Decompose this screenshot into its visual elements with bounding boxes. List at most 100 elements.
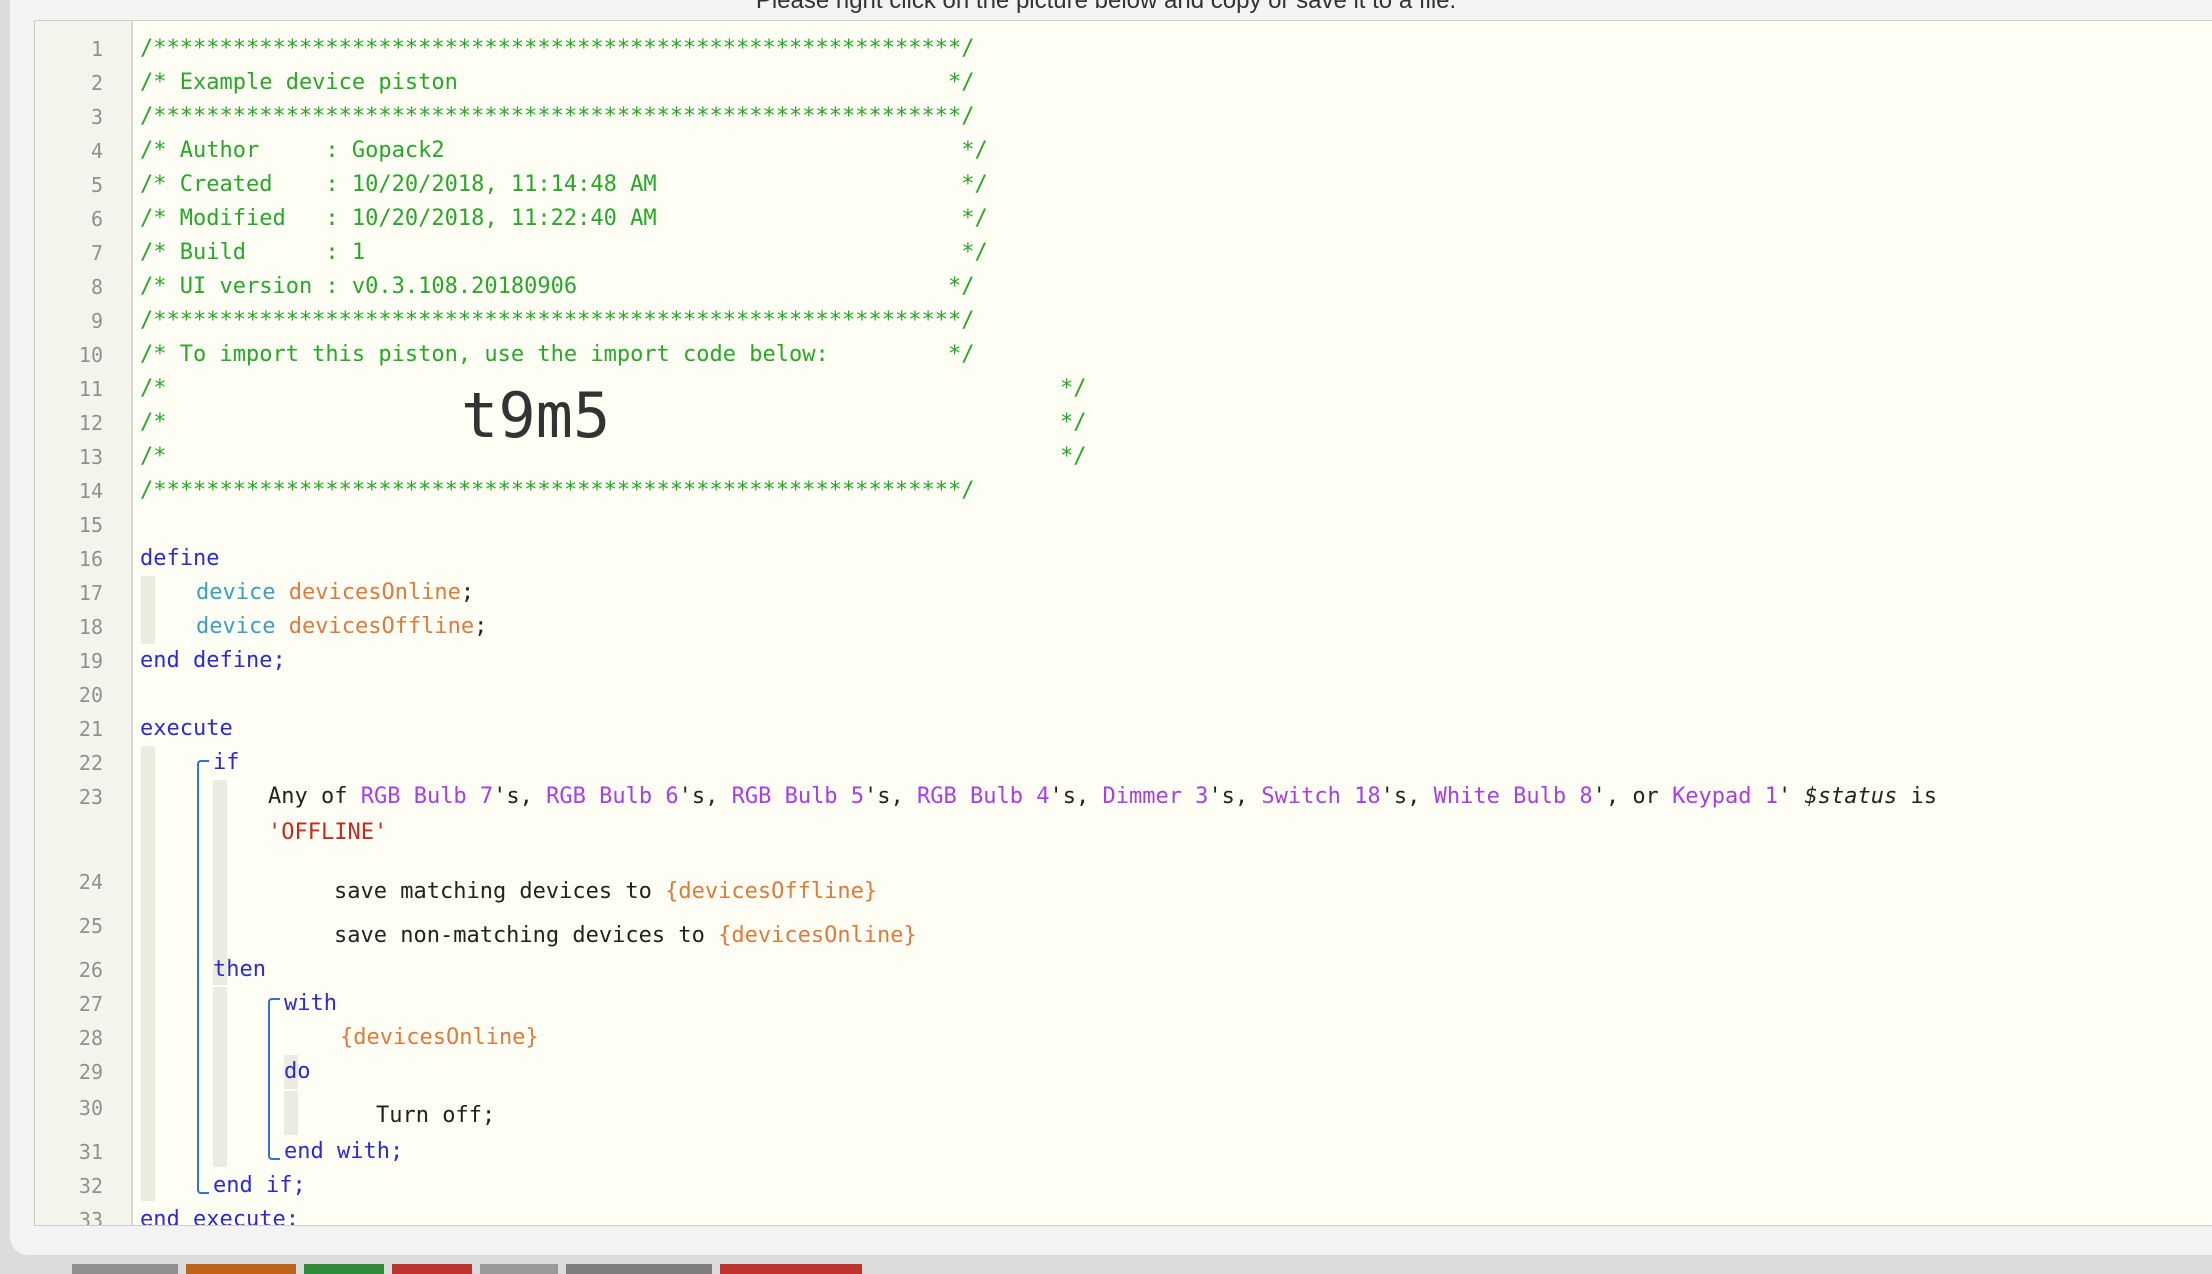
save-matching-line: save matching devices to {devicesOffline… [334, 875, 877, 909]
comment-border: /***************************************… [140, 36, 975, 61]
comment-blank-close: */ [1060, 410, 1087, 435]
status-variable: $status [1804, 784, 1898, 809]
if-keyword: if [213, 750, 240, 775]
possessive: 's, [1049, 784, 1103, 809]
line-number: 8 [90, 275, 103, 299]
with-block-bracket [268, 998, 280, 1160]
device-rgb-bulb-4: RGB Bulb 4 [917, 784, 1050, 809]
comment-title: /* Example device piston */ [140, 70, 975, 95]
line-number: 12 [78, 411, 103, 435]
do-keyword: do [284, 1059, 311, 1084]
semicolon: ; [474, 614, 488, 639]
execute-keyword: execute [140, 716, 233, 741]
line-number: 26 [78, 958, 103, 982]
define-keyword: define [140, 546, 220, 571]
bottom-button[interactable] [392, 1264, 472, 1274]
any-of-text: Any of [268, 784, 361, 809]
device-keypad-1: Keypad 1 [1672, 784, 1779, 809]
line-number: 3 [90, 105, 103, 129]
device-rgb-bulb-5: RGB Bulb 5 [731, 784, 865, 809]
possessive: 's, [1208, 784, 1262, 809]
line-number: 11 [78, 377, 103, 401]
if-block-bracket [197, 760, 209, 1194]
copy-instruction: Please right click on the picture below … [755, 0, 1457, 14]
device-rgb-bulb-7: RGB Bulb 7 [360, 784, 494, 809]
comment-author: /* Author : Gopack2 */ [140, 138, 988, 163]
possessive: 's, [678, 784, 732, 809]
with-target-online: {devicesOnline} [340, 1025, 539, 1050]
line-number: 10 [78, 343, 103, 367]
variable-online-ref: {devicesOnline} [718, 923, 917, 948]
comment-blank-open: /* [140, 444, 167, 469]
line-number: 29 [78, 1060, 103, 1084]
line-number: 17 [78, 581, 103, 605]
bottom-button[interactable] [480, 1264, 558, 1274]
possessive: 's, [864, 784, 918, 809]
save-matching-text: save matching devices to [334, 879, 666, 904]
device-switch-18: Switch 18 [1261, 784, 1381, 809]
save-nonmatching-text: save non-matching devices to [334, 923, 719, 948]
bottom-button[interactable] [720, 1264, 862, 1274]
is-keyword: is [1897, 784, 1937, 809]
line-number: 9 [90, 309, 103, 333]
comment-blank-open: /* [140, 410, 167, 435]
import-code: t9m5 [461, 379, 611, 452]
line-number: 16 [78, 547, 103, 571]
line-number: 6 [90, 207, 103, 231]
line-number: 14 [78, 479, 103, 503]
line-number: 24 [78, 870, 103, 894]
line-number: 27 [78, 992, 103, 1016]
indent-guide [141, 746, 155, 1201]
bottom-button[interactable] [566, 1264, 712, 1274]
line-number: 4 [90, 139, 103, 163]
with-keyword: with [284, 991, 337, 1016]
comment-build: /* Build : 1 */ [140, 240, 988, 265]
bottom-button[interactable] [186, 1264, 296, 1274]
indent-guide [213, 987, 227, 1167]
line-number: 19 [78, 649, 103, 673]
device-white-bulb-8: White Bulb 8 [1433, 784, 1593, 809]
bottom-button[interactable] [304, 1264, 384, 1274]
end-execute-keyword: end execute; [140, 1207, 299, 1226]
comment-border: /***************************************… [140, 104, 975, 129]
line-number: 7 [90, 241, 103, 265]
define-device-online: device devicesOnline; [196, 576, 474, 610]
bottom-button[interactable] [72, 1264, 178, 1274]
line-number: 13 [78, 445, 103, 469]
comment-border: /***************************************… [140, 308, 975, 333]
line-number: 23 [78, 785, 103, 809]
line-number: 5 [90, 173, 103, 197]
device-type-keyword: device [196, 614, 276, 639]
line-number: 2 [90, 71, 103, 95]
line-number: 32 [78, 1174, 103, 1198]
line-number: 31 [78, 1140, 103, 1164]
condition-line: Any of RGB Bulb 7's, RGB Bulb 6's, RGB B… [268, 780, 1937, 814]
variable-devices-online: devicesOnline [288, 580, 461, 605]
line-number-gutter: 1 2 3 4 5 6 7 8 9 10 11 12 13 14 15 16 1… [35, 21, 133, 1225]
comment-import-note: /* To import this piston, use the import… [140, 342, 975, 367]
line-number: 15 [78, 513, 103, 537]
keypad-tick: ' [1778, 784, 1805, 809]
end-with-keyword: end with; [284, 1139, 404, 1164]
comment-blank-close: */ [1060, 376, 1087, 401]
semicolon: ; [460, 580, 475, 605]
device-rgb-bulb-6: RGB Bulb 6 [546, 784, 679, 809]
piston-code-image[interactable]: 1 2 3 4 5 6 7 8 9 10 11 12 13 14 15 16 1… [34, 20, 2212, 1226]
possessive-or: ', or [1592, 784, 1673, 809]
end-if-keyword: end if; [213, 1173, 306, 1198]
comment-created: /* Created : 10/20/2018, 11:14:48 AM */ [140, 172, 988, 197]
comment-blank-close: */ [1060, 444, 1087, 469]
turn-off-command: Turn off; [376, 1103, 496, 1128]
line-number: 30 [78, 1096, 103, 1120]
variable-devices-offline: devicesOffline [288, 614, 475, 639]
comment-modified: /* Modified : 10/20/2018, 11:22:40 AM */ [140, 206, 988, 231]
line-number: 21 [78, 717, 103, 741]
device-type-keyword: device [196, 580, 276, 605]
indent-guide [141, 576, 155, 644]
possessive: 's, [493, 784, 547, 809]
indent-guide [284, 1091, 298, 1135]
comment-ui-version: /* UI version : v0.3.108.20180906 */ [140, 274, 975, 299]
line-number: 18 [78, 615, 103, 639]
line-number: 22 [78, 751, 103, 775]
possessive: 's, [1380, 784, 1434, 809]
